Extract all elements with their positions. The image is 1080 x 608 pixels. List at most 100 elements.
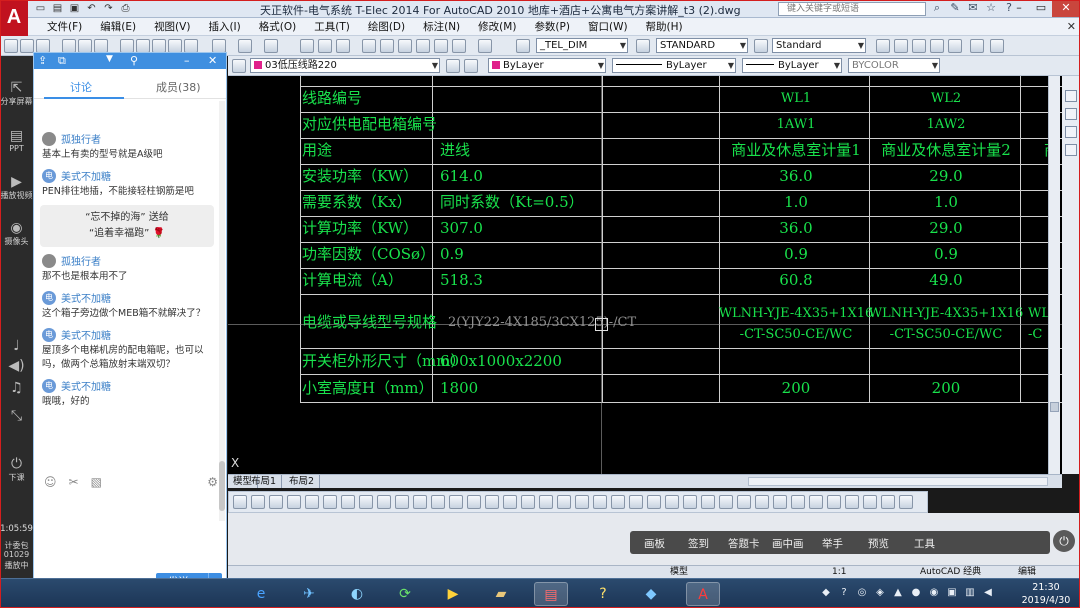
author-name[interactable]: 美式不加糖: [61, 168, 111, 183]
network-icon[interactable]: ▥: [964, 587, 976, 598]
tray-icon-2[interactable]: ?: [838, 587, 850, 598]
vertical-scroll-thumb[interactable]: [1050, 402, 1059, 412]
tool-icon-31[interactable]: [773, 495, 787, 509]
new-icon[interactable]: ▭: [34, 2, 47, 15]
tool-icon-35[interactable]: [845, 495, 859, 509]
whiteboard-button[interactable]: 画板: [644, 536, 665, 551]
color-combo[interactable]: ByLayer: [488, 58, 606, 73]
undo-icon[interactable]: ↶: [85, 2, 98, 15]
maximize-button[interactable]: ▭: [1030, 0, 1052, 17]
tool-icon-25[interactable]: [665, 495, 679, 509]
autocad-logo[interactable]: A: [0, 0, 28, 36]
emoji-icon[interactable]: ☺: [44, 475, 57, 489]
workspace-icon-7[interactable]: [990, 39, 1004, 53]
save-drawing-icon[interactable]: [36, 39, 50, 53]
camera-tool[interactable]: ◉ 摄像头: [0, 220, 33, 247]
paste-icon[interactable]: [152, 39, 166, 53]
tool-icon-6[interactable]: [323, 495, 337, 509]
tool-icon-36[interactable]: [863, 495, 877, 509]
tool-icon-13[interactable]: [449, 495, 463, 509]
drawing-vertical-scrollbar[interactable]: [1048, 76, 1060, 474]
close-chat-icon[interactable]: ✕: [208, 54, 217, 67]
answer-card-button[interactable]: 答题卡: [728, 536, 760, 551]
match-properties-icon[interactable]: [168, 39, 182, 53]
save-icon[interactable]: ▣: [68, 2, 81, 15]
tray-icon-8[interactable]: ▣: [946, 587, 958, 598]
wrench-icon[interactable]: ✎: [948, 1, 962, 15]
tool-icon-29[interactable]: [737, 495, 751, 509]
preview-icon[interactable]: [78, 39, 92, 53]
star-icon[interactable]: ☆: [984, 1, 998, 15]
tool-icon-8[interactable]: [359, 495, 373, 509]
tool-icon-3[interactable]: [269, 495, 283, 509]
drawing-close-icon[interactable]: ✕: [1067, 20, 1076, 33]
tool-icon-34[interactable]: [827, 495, 841, 509]
tool-icon-1[interactable]: [233, 495, 247, 509]
chevron-down-icon[interactable]: ▼: [106, 54, 113, 64]
tool-icon-26[interactable]: [683, 495, 697, 509]
expand-tool[interactable]: ⤡: [0, 408, 33, 424]
open-drawing-icon[interactable]: [20, 39, 34, 53]
minimize-chat-icon[interactable]: –: [184, 54, 190, 67]
share-icon[interactable]: ⇪: [38, 54, 47, 67]
tool-icon-16[interactable]: [503, 495, 517, 509]
table-style-icon[interactable]: [754, 39, 768, 53]
model-status[interactable]: 模型: [670, 566, 688, 578]
bird-app-icon[interactable]: ✈: [292, 582, 326, 606]
tool-icon-17[interactable]: [521, 495, 535, 509]
communication-icon[interactable]: ✉: [966, 1, 980, 15]
author-name[interactable]: 美式不加糖: [61, 327, 111, 342]
author-name[interactable]: 孤独行者: [61, 253, 101, 268]
pdf-app-icon[interactable]: ▤: [534, 582, 568, 606]
folder-icon[interactable]: ▰: [484, 582, 518, 606]
menu-edit[interactable]: 编辑(E): [91, 18, 145, 35]
tool-icon-20[interactable]: [575, 495, 589, 509]
pin-icon[interactable]: ⚲: [130, 54, 138, 67]
binoculars-icon[interactable]: ⌕: [930, 1, 944, 15]
tool-icon-9[interactable]: [377, 495, 391, 509]
tool-icon-18[interactable]: [539, 495, 553, 509]
sign-in-button[interactable]: 签到: [688, 536, 709, 551]
layer-combo[interactable]: 03低压线路220: [250, 58, 440, 73]
refresh-app-icon[interactable]: ⟳: [388, 582, 422, 606]
media-player-icon[interactable]: ▶: [436, 582, 470, 606]
zoom-previous-icon[interactable]: [336, 39, 350, 53]
tool-icon-4[interactable]: [287, 495, 301, 509]
diamond-app-icon[interactable]: ◆: [634, 582, 668, 606]
plotstyle-combo[interactable]: BYCOLOR: [848, 58, 940, 73]
close-button[interactable]: ✕: [1052, 0, 1080, 17]
chat-scrollbar[interactable]: [219, 101, 225, 521]
tool-icon-33[interactable]: [809, 495, 823, 509]
text-style-combo[interactable]: STANDARD: [656, 38, 748, 53]
calculator-icon[interactable]: [452, 39, 466, 53]
tool-icon-32[interactable]: [791, 495, 805, 509]
menu-parameters[interactable]: 参数(P): [525, 18, 579, 35]
layer-manager-icon[interactable]: [232, 59, 246, 73]
image-icon[interactable]: ▧: [91, 475, 102, 489]
tool-icon-12[interactable]: [431, 495, 445, 509]
undo-toolbar-icon[interactable]: [212, 39, 226, 53]
drawing-horizontal-scrollbar[interactable]: [748, 477, 1048, 486]
menu-tools[interactable]: 工具(T): [305, 18, 359, 35]
chat-messages[interactable]: 孤独行者 基本上有卖的型号就是A级吧 电美式不加糖 PEN排往地插，不能接轻柱钢…: [34, 101, 220, 521]
drawing-canvas[interactable]: 线路编号 WL1 WL2 对应供电配电箱编号 1AW1 1AW2 用途 进线 商…: [228, 76, 1066, 474]
palette-icon-4[interactable]: [1065, 144, 1077, 156]
menu-draw[interactable]: 绘图(D): [359, 18, 414, 35]
sheet-set-icon[interactable]: [416, 39, 430, 53]
workspace-icon-1[interactable]: [876, 39, 890, 53]
tool-icon-27[interactable]: [701, 495, 715, 509]
tool-icon-14[interactable]: [467, 495, 481, 509]
menu-dimension[interactable]: 标注(N): [414, 18, 469, 35]
speaker-tool[interactable]: ◀): [0, 358, 33, 374]
menu-modify[interactable]: 修改(M): [469, 18, 525, 35]
chat-app-icon[interactable]: ◐: [340, 582, 374, 606]
volume-icon[interactable]: ◀: [982, 587, 994, 598]
ie-icon[interactable]: e: [244, 582, 278, 606]
tool-icon-10[interactable]: [395, 495, 409, 509]
share-screen-tool[interactable]: ⇱ 分享屏幕: [0, 80, 33, 107]
dim-style-combo[interactable]: _TEL_DIM: [536, 38, 628, 53]
tool-icon-28[interactable]: [719, 495, 733, 509]
video-tool[interactable]: ▶ 播放视频: [0, 174, 33, 201]
preview-button[interactable]: 预览: [868, 536, 889, 551]
menu-insert[interactable]: 插入(I): [199, 18, 249, 35]
